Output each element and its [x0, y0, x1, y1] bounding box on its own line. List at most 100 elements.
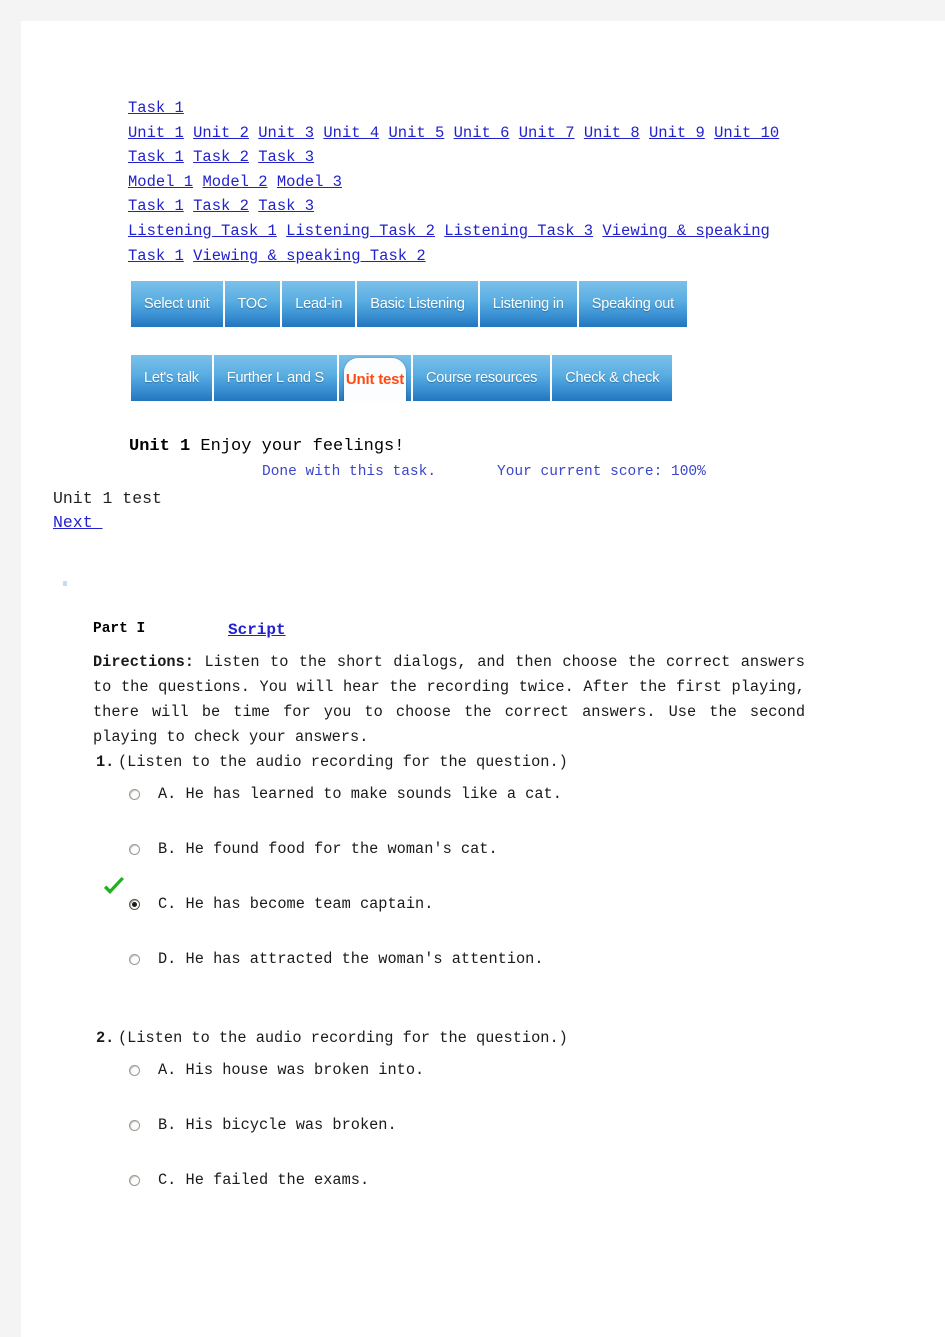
unit-title: Enjoy your feelings!	[190, 437, 405, 456]
index-link-unit-3[interactable]: Unit 3	[258, 124, 314, 142]
nav-bar-secondary: Let's talk Further L and S Unit test Course…	[131, 355, 673, 401]
index-row-1: Task 1	[128, 96, 798, 121]
part-header: Part I Script	[93, 621, 693, 639]
nav-button-label: Unit test	[345, 371, 405, 388]
page-gutter-left	[0, 0, 21, 1337]
decorative-dot	[63, 581, 67, 586]
index-link-task-1[interactable]: Task 1	[128, 99, 184, 117]
page-gutter-top	[0, 0, 945, 21]
question-stem: 1. (Listen to the audio recording for the…	[96, 753, 856, 771]
answer-option[interactable]: A. He has learned to make sounds like a …	[96, 771, 856, 826]
index-link-listening-task-3[interactable]: Listening Task 3	[444, 222, 593, 240]
link-separator	[184, 247, 193, 265]
directions-text: Listen to the short dialogs, and then ch…	[93, 653, 805, 746]
answer-option[interactable]: D. He has attracted the woman's attentio…	[96, 936, 856, 991]
index-link-viewing-speaking-task-2[interactable]: Viewing & speaking Task 2	[193, 247, 426, 265]
nav-button-select-unit[interactable]: Select unit	[131, 281, 225, 327]
nav-button-label: Check & check	[565, 370, 660, 386]
nav-button-speaking-out[interactable]: Speaking out	[578, 281, 687, 327]
index-row-6: Listening Task 1 Listening Task 2 Listen…	[128, 219, 798, 268]
index-link-unit-1[interactable]: Unit 1	[128, 124, 184, 142]
link-separator	[249, 124, 258, 142]
index-link-unit-6[interactable]: Unit 6	[454, 124, 510, 142]
unit-number: Unit 1	[129, 437, 191, 456]
nav-button-listening-in[interactable]: Listening in	[479, 281, 579, 327]
index-row-2: Unit 1 Unit 2 Unit 3 Unit 4 Unit 5 Unit …	[128, 121, 798, 146]
question-number: 2.	[96, 1029, 115, 1047]
nav-button-check-check[interactable]: Check & check	[552, 355, 673, 401]
question-text: (Listen to the audio recording for the q…	[118, 1029, 568, 1047]
nav-button-further-l-and-s[interactable]: Further L and S	[213, 355, 339, 401]
nav-button-label: Listening in	[492, 296, 564, 312]
link-separator	[444, 124, 453, 142]
nav-button-label: Lead-in	[295, 296, 343, 312]
nav-button-let-s-talk[interactable]: Let's talk	[131, 355, 214, 401]
answer-radio-button[interactable]	[129, 1065, 140, 1076]
index-link-task-2[interactable]: Task 2	[193, 197, 249, 215]
answer-option[interactable]: B. His bicycle was broken.	[96, 1102, 856, 1157]
link-separator	[184, 197, 193, 215]
link-separator	[575, 124, 584, 142]
answer-option-label: C. He failed the exams.	[158, 1171, 370, 1189]
index-row-3: Task 1 Task 2 Task 3	[128, 145, 798, 170]
unit-heading: Unit 1 Enjoy your feelings!	[129, 437, 404, 456]
nav-button-label: TOC	[237, 296, 268, 312]
answer-radio-button[interactable]	[129, 789, 140, 800]
index-link-task-1[interactable]: Task 1	[128, 197, 184, 215]
nav-button-label: Select unit	[144, 296, 210, 312]
index-link-unit-10[interactable]: Unit 10	[714, 124, 779, 142]
index-link-model-3[interactable]: Model 3	[277, 173, 342, 191]
answer-radio-button[interactable]	[129, 899, 140, 910]
nav-button-lead-in[interactable]: Lead-in	[282, 281, 358, 327]
link-separator	[379, 124, 388, 142]
index-link-task-1[interactable]: Task 1	[128, 148, 184, 166]
link-separator	[277, 222, 286, 240]
link-separator	[509, 124, 518, 142]
answer-option[interactable]: B. He found food for the woman's cat.	[96, 826, 856, 881]
question-block: 2. (Listen to the audio recording for the…	[96, 1029, 856, 1212]
index-link-block: Task 1 Unit 1 Unit 2 Unit 3 Unit 4 Unit …	[128, 96, 798, 268]
link-separator	[249, 148, 258, 166]
index-link-unit-8[interactable]: Unit 8	[584, 124, 640, 142]
index-link-unit-2[interactable]: Unit 2	[193, 124, 249, 142]
current-score-status: Your current score: 100%	[497, 464, 706, 480]
answer-option-label: A. He has learned to make sounds like a …	[158, 785, 562, 803]
index-link-model-1[interactable]: Model 1	[128, 173, 193, 191]
answer-option[interactable]: C. He has become team captain.	[96, 877, 856, 936]
index-row-4: Model 1 Model 2 Model 3	[128, 170, 798, 195]
answer-option[interactable]: C. He failed the exams.	[96, 1157, 856, 1212]
answer-radio-button[interactable]	[129, 1120, 140, 1131]
index-link-model-2[interactable]: Model 2	[202, 173, 267, 191]
index-link-unit-9[interactable]: Unit 9	[649, 124, 705, 142]
index-link-unit-5[interactable]: Unit 5	[389, 124, 445, 142]
answer-option-label: C. He has become team captain.	[158, 895, 434, 913]
index-link-unit-7[interactable]: Unit 7	[519, 124, 575, 142]
nav-button-label: Basic Listening	[370, 296, 465, 312]
answer-radio-button[interactable]	[129, 1175, 140, 1186]
nav-button-basic-listening[interactable]: Basic Listening	[357, 281, 480, 327]
link-separator	[435, 222, 444, 240]
link-separator	[184, 124, 193, 142]
answer-radio-button[interactable]	[129, 954, 140, 965]
task-done-status: Done with this task.	[262, 464, 437, 480]
index-row-5: Task 1 Task 2 Task 3	[128, 194, 798, 219]
active-tab-surface: Unit test	[344, 358, 406, 401]
index-link-listening-task-1[interactable]: Listening Task 1	[128, 222, 277, 240]
index-link-listening-task-2[interactable]: Listening Task 2	[286, 222, 435, 240]
nav-button-label: Course resources	[426, 370, 538, 386]
nav-button-unit-test[interactable]: Unit test	[339, 355, 413, 401]
index-link-unit-4[interactable]: Unit 4	[323, 124, 379, 142]
nav-button-toc[interactable]: TOC	[224, 281, 283, 327]
link-separator	[705, 124, 714, 142]
question-text: (Listen to the audio recording for the q…	[118, 753, 568, 771]
answer-radio-button[interactable]	[129, 844, 140, 855]
answer-option[interactable]: A. His house was broken into.	[96, 1047, 856, 1102]
index-link-task-2[interactable]: Task 2	[193, 148, 249, 166]
link-separator	[249, 197, 258, 215]
index-link-task-3[interactable]: Task 3	[258, 148, 314, 166]
index-link-task-3[interactable]: Task 3	[258, 197, 314, 215]
question-block: 1. (Listen to the audio recording for the…	[96, 753, 856, 991]
nav-button-course-resources[interactable]: Course resources	[413, 355, 553, 401]
script-link[interactable]: Script	[228, 621, 286, 639]
next-link[interactable]: Next	[53, 513, 103, 532]
